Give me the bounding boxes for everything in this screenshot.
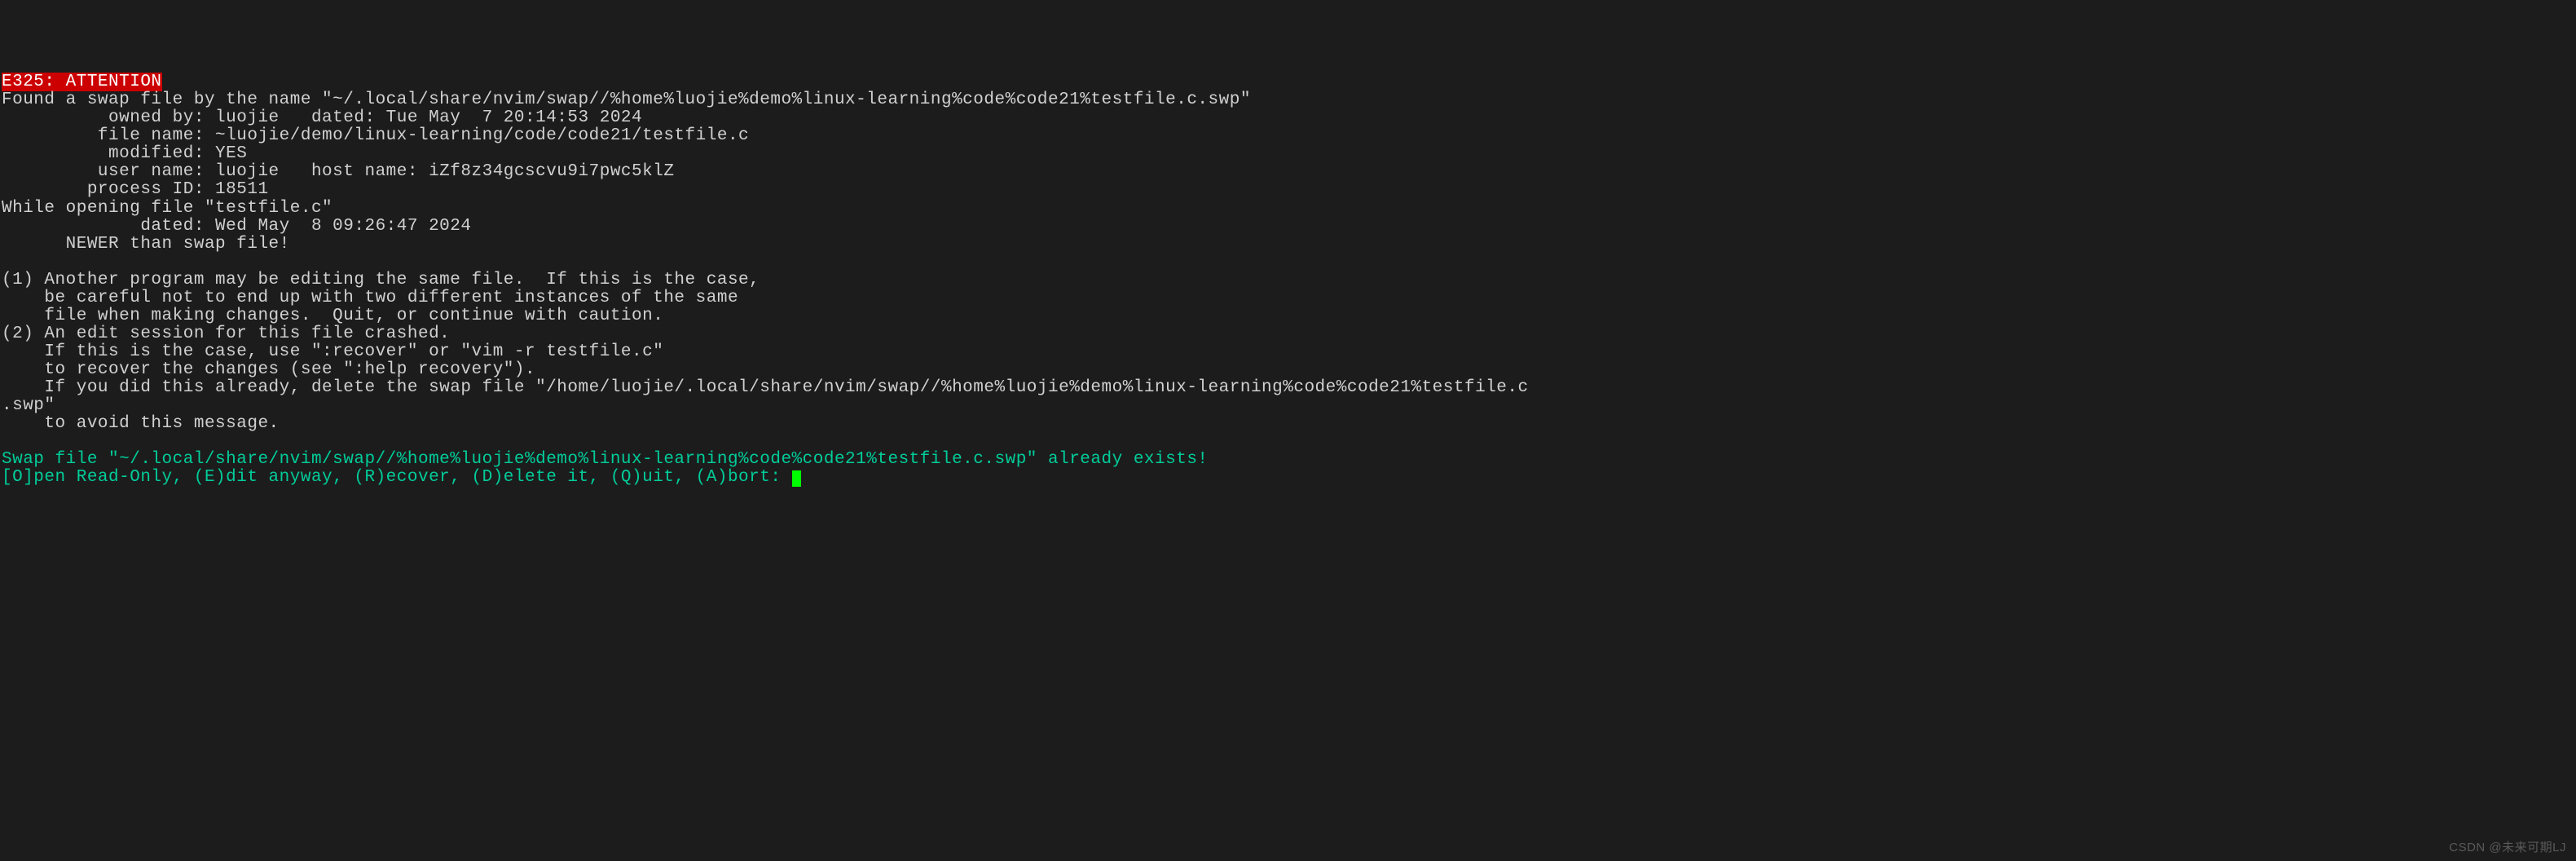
while-opening-message: While opening file "testfile.c" <box>2 199 332 218</box>
error-code: E325: ATTENTION <box>2 73 162 91</box>
warning-2-line-4: If you did this already, delete the swap… <box>2 378 1529 397</box>
found-swap-message: Found a swap file by the name "~/.local/… <box>2 91 1251 109</box>
file-name-info: file name: ~luojie/demo/linux-learning/c… <box>2 126 749 145</box>
warning-2-line-5: .swp" <box>2 396 55 415</box>
process-id-info: process ID: 18511 <box>2 180 269 199</box>
warning-1-line-2: be careful not to end up with two differ… <box>2 289 738 307</box>
warning-2-line-2: If this is the case, use ":recover" or "… <box>2 342 663 361</box>
warning-1-line-3: file when making changes. Quit, or conti… <box>2 307 663 325</box>
dated-info: dated: Wed May 8 09:26:47 2024 <box>2 217 472 236</box>
watermark: CSDN @未来可期LJ <box>2449 841 2566 854</box>
action-prompt[interactable]: [O]pen Read-Only, (E)dit anyway, (R)ecov… <box>2 468 792 487</box>
warning-1-line-1: (1) Another program may be editing the s… <box>2 271 760 289</box>
newer-warning: NEWER than swap file! <box>2 235 290 254</box>
warning-2-line-1: (2) An edit session for this file crashe… <box>2 325 450 343</box>
user-host-info: user name: luojie host name: iZf8z34gcsc… <box>2 162 674 181</box>
swap-exists-message: Swap file "~/.local/share/nvim/swap//%ho… <box>2 450 1209 469</box>
cursor[interactable] <box>792 470 801 487</box>
terminal-output: E325: ATTENTION Found a swap file by the… <box>2 73 2574 487</box>
warning-2-line-6: to avoid this message. <box>2 414 280 433</box>
warning-2-line-3: to recover the changes (see ":help recov… <box>2 360 535 379</box>
modified-info: modified: YES <box>2 144 247 163</box>
owned-by-info: owned by: luojie dated: Tue May 7 20:14:… <box>2 108 642 127</box>
